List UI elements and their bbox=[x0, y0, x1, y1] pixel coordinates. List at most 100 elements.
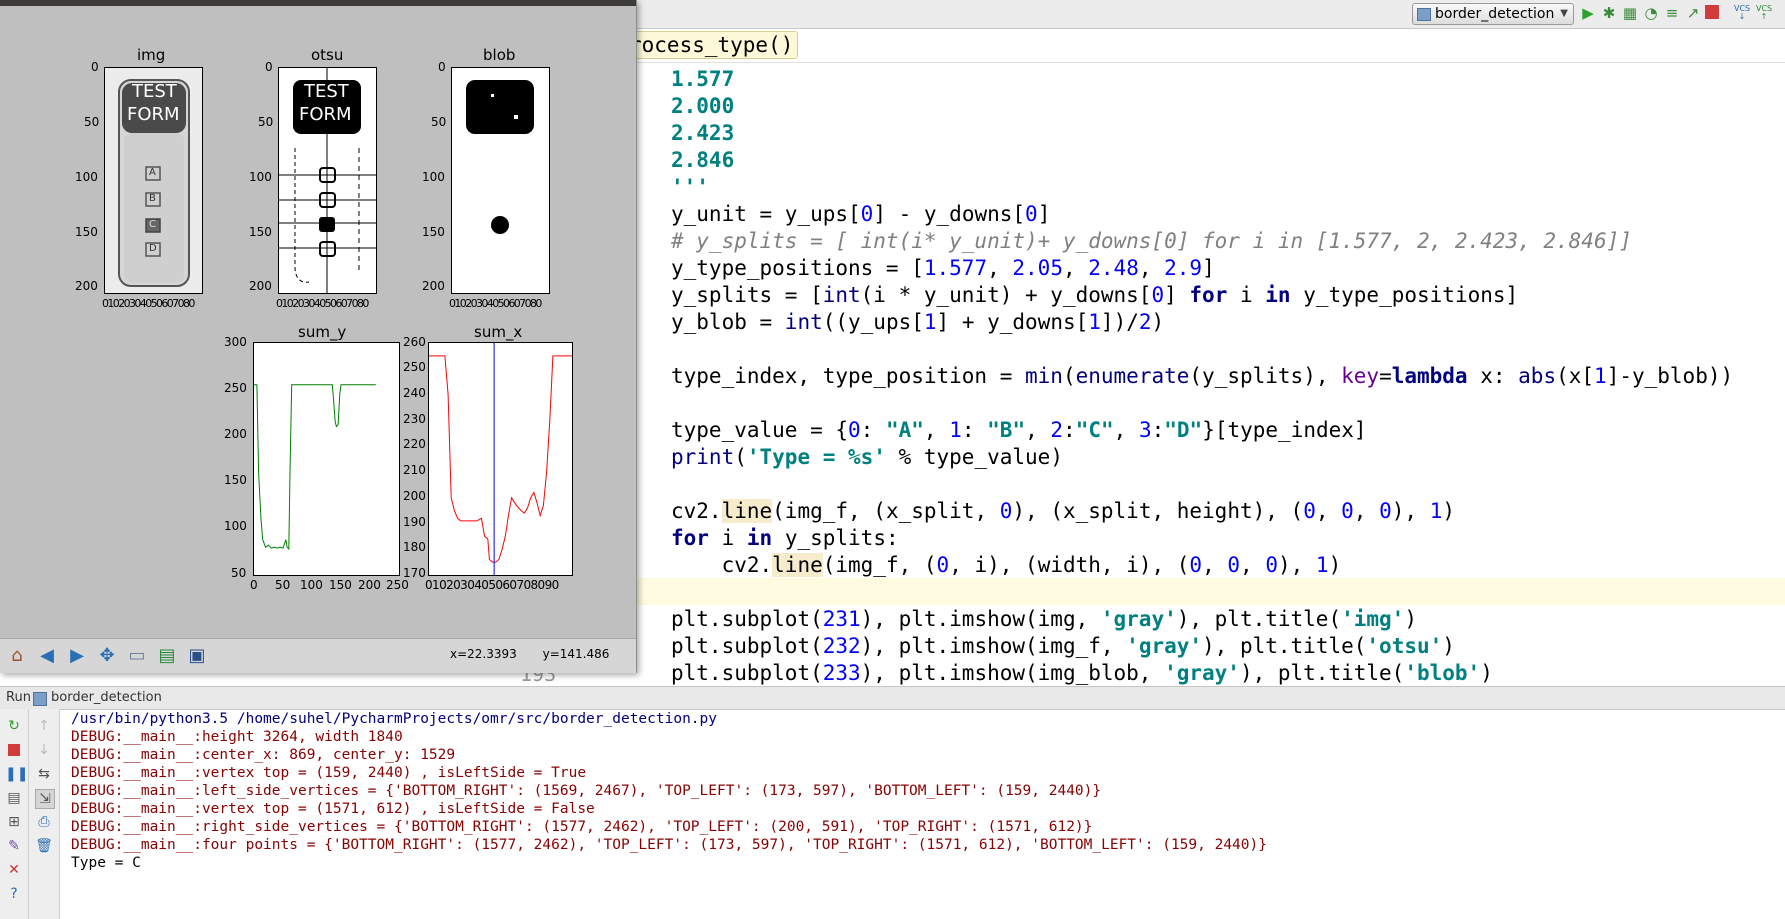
code-token: 2.000 bbox=[671, 94, 735, 118]
attach-icon[interactable]: ↗ bbox=[1685, 5, 1701, 21]
code-token: 0 bbox=[860, 202, 874, 226]
code-token: key bbox=[1341, 364, 1380, 388]
ytick: 150 bbox=[75, 225, 98, 239]
code-token: y_splits = [ bbox=[671, 283, 823, 307]
run-configuration-select[interactable]: border_detection ▼ bbox=[1412, 3, 1574, 25]
help-icon[interactable]: ? bbox=[5, 885, 23, 903]
soft-wrap-icon[interactable]: ⇆ bbox=[35, 765, 53, 783]
code-line[interactable]: print('Type = %s' % type_value) bbox=[671, 444, 1733, 471]
code-line[interactable]: ''' bbox=[671, 174, 1733, 201]
xtick: 50 bbox=[275, 578, 291, 592]
code-token: int bbox=[822, 283, 861, 307]
code-line[interactable] bbox=[671, 471, 1733, 498]
code-line[interactable]: y_blob = int((y_ups[1] + y_downs[1])/2) bbox=[671, 309, 1733, 336]
code-token: 233 bbox=[822, 661, 861, 685]
code-line[interactable] bbox=[671, 390, 1733, 417]
pin-icon[interactable]: ⊞ bbox=[5, 813, 23, 831]
code-token: 0 bbox=[936, 553, 950, 577]
code-line[interactable]: plt.subplot(232), plt.imshow(img_f, 'gra… bbox=[671, 633, 1733, 660]
code-line[interactable] bbox=[671, 579, 1733, 606]
coverage-icon[interactable]: ▦ bbox=[1622, 5, 1638, 21]
code-line[interactable]: cv2.line(img_f, (0, i), (width, i), (0, … bbox=[671, 552, 1733, 579]
sum-y-plot bbox=[254, 384, 376, 551]
code-line[interactable]: cv2.line(img_f, (x_split, 0), (x_split, … bbox=[671, 498, 1733, 525]
code-line[interactable]: 2.423 bbox=[671, 120, 1733, 147]
ytick: 200 bbox=[75, 279, 98, 293]
code-token: abs bbox=[1518, 364, 1557, 388]
xtick-labels: 01020304050607080 bbox=[102, 297, 195, 310]
code-token: min bbox=[1025, 364, 1063, 388]
code-token: ), bbox=[1277, 553, 1316, 577]
subplot-title-sum-x: sum_x bbox=[474, 323, 523, 341]
ytick: 200 bbox=[422, 279, 445, 293]
code-token: : bbox=[1151, 418, 1165, 442]
code-line[interactable]: plt.subplot(233), plt.imshow(img_blob, '… bbox=[671, 660, 1733, 687]
stop-icon[interactable] bbox=[5, 741, 23, 759]
trash-icon[interactable]: 🗑 bbox=[35, 837, 53, 855]
code-token: 'Type = %s' bbox=[746, 445, 886, 469]
code-token: : bbox=[961, 418, 988, 442]
code-line[interactable]: 1.577 bbox=[671, 66, 1733, 93]
run-config-tab[interactable]: border_detection bbox=[51, 687, 162, 709]
xtick: 200 bbox=[358, 578, 381, 592]
vcs-commit-icon[interactable]: VCS ↑ bbox=[1756, 5, 1772, 21]
ytick: 200 bbox=[403, 489, 426, 503]
concurrency-icon[interactable]: ≡ bbox=[1664, 5, 1680, 21]
code-line[interactable]: type_index, type_position = min(enumerat… bbox=[671, 363, 1733, 390]
run-icon[interactable]: ▶ bbox=[1580, 5, 1596, 21]
run-console-output[interactable]: /usr/bin/python3.5 /home/suhel/PycharmPr… bbox=[71, 710, 1267, 872]
code-token: 0 bbox=[848, 418, 861, 442]
code-line[interactable]: y_type_positions = [1.577, 2.05, 2.48, 2… bbox=[671, 255, 1733, 282]
code-token: , bbox=[1240, 553, 1266, 577]
code-line[interactable]: for i in y_splits: bbox=[671, 525, 1733, 552]
stop-icon[interactable] bbox=[1705, 5, 1719, 19]
profile-icon[interactable]: ◔ bbox=[1643, 5, 1659, 21]
code-token: 0 bbox=[1227, 553, 1241, 577]
home-icon[interactable]: ⌂ bbox=[5, 644, 29, 668]
code-line[interactable]: y_splits = [int(i * y_unit) + y_downs[0]… bbox=[671, 282, 1733, 309]
code-line[interactable]: type_value = {0: "A", 1: "B", 2:"C", 3:"… bbox=[671, 417, 1733, 444]
matplotlib-figure-window[interactable]: img TEST FORM A B C D 0 50 100 150 200 0… bbox=[0, 0, 637, 673]
code-line[interactable]: plt.subplot(231), plt.imshow(img, 'gray'… bbox=[671, 606, 1733, 633]
debug-icon[interactable]: ✱ bbox=[1601, 5, 1617, 21]
forward-icon[interactable]: ▶ bbox=[65, 644, 89, 668]
code-token: 'gray' bbox=[1164, 661, 1240, 685]
close-icon[interactable]: ✕ bbox=[5, 861, 23, 879]
image-blob bbox=[452, 68, 549, 293]
ytick: 200 bbox=[249, 279, 272, 293]
code-token: ( bbox=[1062, 364, 1076, 388]
ytick: 240 bbox=[403, 386, 426, 400]
print-icon[interactable]: ⎙ bbox=[35, 813, 53, 831]
rerun-icon[interactable]: ↻ bbox=[5, 717, 23, 735]
python-config-icon bbox=[1417, 8, 1431, 21]
configure-subplots-icon[interactable]: ▤ bbox=[155, 644, 179, 668]
code-token: 'img' bbox=[1341, 607, 1405, 631]
console-line: DEBUG:__main__:right_side_vertices = {'B… bbox=[71, 819, 1093, 835]
code-token: in bbox=[1265, 283, 1291, 307]
vcs-update-icon[interactable]: VCS ↓ bbox=[1734, 5, 1750, 21]
arrow-down-icon[interactable]: ↓ bbox=[35, 741, 53, 759]
ytick: 180 bbox=[403, 540, 426, 554]
zoom-icon[interactable]: ▭ bbox=[125, 644, 149, 668]
code-token: cv2. bbox=[671, 553, 773, 577]
code-line[interactable]: 2.000 bbox=[671, 93, 1733, 120]
code-line[interactable] bbox=[671, 336, 1733, 363]
code-token: 0 bbox=[1151, 283, 1165, 307]
ytick: 300 bbox=[224, 335, 247, 349]
matplotlib-toolbar: ⌂ ◀ ▶ ✥ ▭ ▤ ▣ x=22.3393 y=141.486 bbox=[0, 638, 636, 673]
pause-icon[interactable]: ❚❚ bbox=[5, 765, 28, 783]
subplot-title-blob: blob bbox=[483, 46, 516, 64]
code-line[interactable]: 2.846 bbox=[671, 147, 1733, 174]
code-line[interactable]: y_unit = y_ups[0] - y_downs[0] bbox=[671, 201, 1733, 228]
pan-icon[interactable]: ✥ bbox=[95, 644, 119, 668]
settings-icon[interactable]: ✎ bbox=[5, 837, 23, 855]
code-area[interactable]: 1.577 2.000 2.423 2.846 ''' y_unit = y_ups[0]… bbox=[671, 66, 1733, 687]
restore-layout-icon[interactable]: ▤ bbox=[5, 789, 23, 807]
code-line[interactable]: # y_splits = [ int(i* y_unit)+ y_downs[0… bbox=[671, 228, 1733, 255]
save-icon[interactable]: ▣ bbox=[185, 644, 209, 668]
code-token: ), plt.imshow(img, bbox=[860, 607, 1101, 631]
arrow-up-icon[interactable]: ↑ bbox=[35, 717, 53, 735]
function-breadcrumb[interactable]: rocess_type() bbox=[624, 31, 799, 59]
scroll-to-end-icon[interactable]: ⇲ bbox=[35, 789, 55, 809]
back-icon[interactable]: ◀ bbox=[35, 644, 59, 668]
